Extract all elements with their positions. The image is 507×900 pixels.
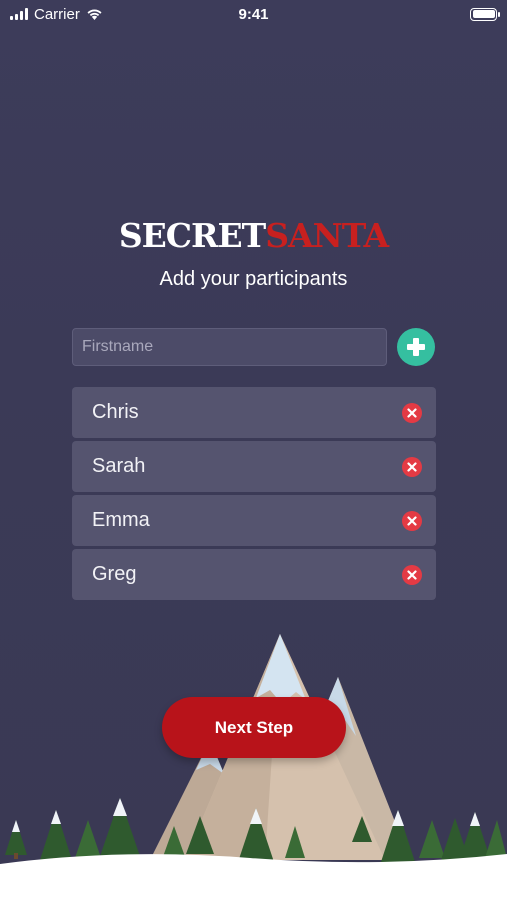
x-circle-icon (407, 569, 417, 580)
list-item: Greg (72, 549, 436, 600)
app-logo: SECRETSANTA (0, 216, 507, 255)
remove-participant-button[interactable] (402, 456, 422, 477)
page-subtitle: Add your participants (159, 268, 348, 290)
participant-name: Emma (92, 509, 150, 531)
wifi-icon (87, 9, 102, 20)
add-participant-button[interactable] (397, 328, 435, 366)
logo-part-santa: SANTA (265, 216, 389, 255)
winter-mountain-illustration (0, 634, 507, 900)
participant-list: Chris Sarah Emma Greg (72, 387, 436, 603)
plus-circle-icon (407, 338, 425, 356)
x-circle-icon (407, 461, 417, 472)
battery-icon (470, 7, 500, 21)
remove-participant-button[interactable] (402, 564, 422, 585)
x-circle-icon (407, 515, 417, 526)
participant-name: Chris (92, 401, 139, 423)
list-item: Chris (72, 387, 436, 438)
list-item: Sarah (72, 441, 436, 492)
status-bar: Carrier 9:41 (0, 0, 507, 28)
remove-participant-button[interactable] (402, 510, 422, 531)
status-left: Carrier (10, 6, 103, 23)
list-item: Emma (72, 495, 436, 546)
signal-icon (10, 8, 28, 20)
logo-part-secret: SECRET (118, 216, 266, 255)
remove-participant-button[interactable] (402, 402, 422, 423)
participant-name: Greg (92, 563, 137, 585)
carrier-label: Carrier (34, 5, 80, 23)
next-step-button[interactable]: Next Step (162, 697, 346, 758)
x-circle-icon (407, 407, 417, 418)
add-participant-row (72, 327, 436, 367)
firstname-input[interactable] (72, 328, 387, 366)
participant-name: Sarah (92, 455, 146, 477)
